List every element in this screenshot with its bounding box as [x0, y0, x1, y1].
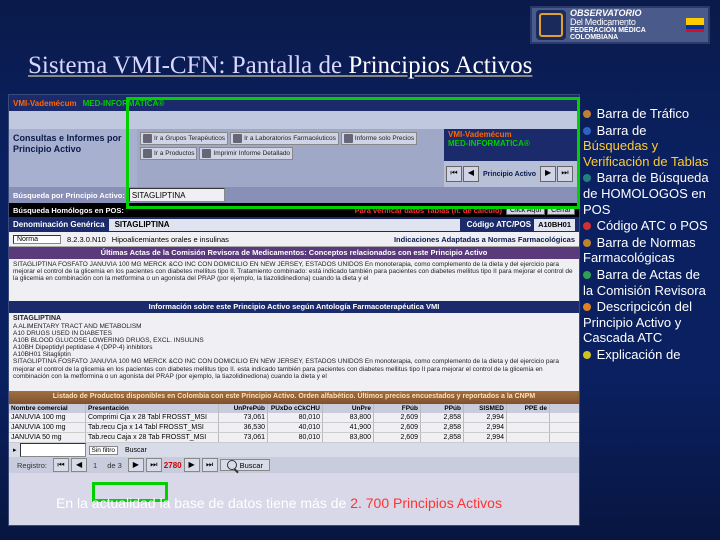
products-table: Nombre comercial Presentación UnPrePúb P… [9, 404, 579, 443]
toolbar-buttons: Ir a Grupos Terapéuticos Ir a Laboratori… [137, 129, 444, 187]
rec-prev-icon[interactable]: ◀ [71, 458, 87, 472]
filter-input[interactable] [20, 443, 86, 457]
norma-row: Norma 8.2.3.0.N10 Hipoalicemiantes orale… [9, 232, 579, 247]
grupos-button[interactable]: Ir a Grupos Terapéuticos [140, 132, 228, 145]
nav-label: Principio Activo [480, 171, 539, 178]
legend-item: Barra de Tráfico [583, 106, 713, 122]
nav-first-icon[interactable]: ⏮ [446, 166, 462, 182]
productos-button[interactable]: Ir a Productos [140, 147, 197, 160]
listado-band: Listado de Productos disponibles en Colo… [9, 391, 579, 404]
actas-text: SITAGLIPTINA FOSFATO JANUVIA 100 MG MERC… [9, 259, 579, 301]
cerrar-button[interactable]: Cerrar [547, 206, 575, 215]
rec-first-icon[interactable]: ⏮ [53, 458, 69, 472]
buscar-button[interactable]: Buscar [220, 459, 270, 471]
table-row[interactable]: JANUVIA 100 mgComprimi Cja x 28 Tabl FRO… [9, 413, 579, 423]
report-icon [344, 134, 353, 143]
bullet-icon [583, 303, 591, 311]
atc-label: Código ATC/POS [464, 220, 534, 229]
med-informatica-label: MED-INFORMATICA® [83, 99, 165, 108]
product-icon [143, 149, 152, 158]
lab-icon [233, 134, 242, 143]
principio-activo-nav: ⏮ ◀ Principio Activo ▶ ⏭ [444, 161, 579, 187]
caption: En la actualidad la base de datos tiene … [56, 495, 502, 511]
logo-line2: Del Medicamento [570, 18, 682, 27]
total-count: 2780 [164, 461, 182, 470]
denominacion-row: Denominación Genérica SITAGLIPTINA Códig… [9, 217, 579, 232]
spacer [9, 111, 579, 129]
bullet-icon [583, 271, 591, 279]
vmi-titlebar: VMI-Vademécum MED-INFORMATICA® [9, 95, 579, 111]
indicaciones-label: Indicaciones Adaptadas a Normas Farmacol… [394, 235, 575, 244]
table-header: Nombre comercial Presentación UnPrePúb P… [9, 404, 579, 413]
app-screenshot: VMI-Vademécum MED-INFORMATICA® Consultas… [8, 94, 580, 526]
legend-item: Barra de Normas Farmacológicas [583, 235, 713, 266]
title-part-a: Sistema VMI-CFN: Pantalla de [28, 52, 348, 79]
denom-label: Denominación Genérica [9, 220, 109, 229]
click-aqui-button[interactable]: Click Aquí [506, 206, 545, 215]
norma-code: 8.2.3.0.N10 [67, 235, 106, 244]
logo-line3: FEDERACIÓN MÉDICA COLOMBIANA [570, 27, 682, 41]
filter-icon: ▸ [13, 446, 17, 454]
lab-button[interactable]: Ir a Laboratorios Farmacéuticos [230, 132, 339, 145]
rec-last-icon[interactable]: ⏭ [146, 458, 162, 472]
table-row[interactable]: JANUVIA 50 mgTab.recu Caja x 28 Tab FROS… [9, 433, 579, 443]
table-row[interactable]: JANUVIA 100 mgTab.recu Cja x 14 Tabl FRO… [9, 423, 579, 433]
info-band: Información sobre este Principio Activo … [9, 301, 579, 313]
informe-button[interactable]: Informe solo Precios [341, 132, 417, 145]
vmi-logo-small: VMI-Vademécum MED-INFORMATICA® [444, 129, 579, 161]
verificar-row: Búsqueda Homólogos en POS: Para verifica… [9, 203, 579, 217]
caption-a: En la actualidad la base de datos tiene … [56, 495, 350, 511]
group-icon [143, 134, 152, 143]
colombia-flag-icon [686, 18, 704, 32]
side-legend: Barra de Tráfico Barra de Búsquedas y Ve… [583, 106, 713, 364]
legend-item: Barra de Búsqueda de HOMOLOGOS en POS [583, 170, 713, 217]
rec-last2-icon[interactable]: ⏭ [202, 458, 218, 472]
search-icon [227, 460, 237, 470]
rec-next-icon[interactable]: ▶ [128, 458, 144, 472]
consultas-label: Consultas e Informes por Principio Activ… [9, 129, 137, 187]
nav-prev-icon[interactable]: ◀ [463, 166, 479, 182]
actas-band: Últimas Actas de la Comisión Revisora de… [9, 247, 579, 259]
consulta-header: Consultas e Informes por Principio Activ… [9, 129, 579, 187]
busqueda-input[interactable] [129, 188, 225, 202]
atc-value: A10BH01 [534, 219, 575, 231]
homologos-label: Búsqueda Homólogos en POS: [9, 206, 351, 215]
bullet-icon [583, 127, 591, 135]
verificar-text: Para verificar datos Tablas (h. de cálcu… [351, 206, 506, 215]
nav-next-icon[interactable]: ▶ [540, 166, 556, 182]
sin-filtro-button[interactable]: Sin filtro [89, 446, 118, 455]
bullet-icon [583, 351, 591, 359]
filter-row: ▸ Sin filtro Buscar [9, 443, 579, 457]
info-text: SITAGLIPTINA A ALIMENTARY TRACT AND META… [9, 313, 579, 391]
vmi-label: VMI-Vademécum [13, 99, 77, 108]
slide-title: Sistema VMI-CFN: Pantalla de Principios … [28, 52, 532, 80]
norma-desc: Hipoalicemiantes orales e insulinas [112, 235, 229, 244]
legend-item: Explicación de [583, 347, 713, 363]
record-nav: Registro: ⏮ ◀ 1 de 3 ▶ ⏭ 2780 ▶ ⏭ Buscar [9, 457, 579, 473]
legend-item: Barra de Actas de la Comisión Revisora [583, 267, 713, 298]
bullet-icon [583, 239, 591, 247]
legend-item: Descripcicón del Principio Activo y Casc… [583, 299, 713, 346]
legend-item: Código ATC o POS [583, 218, 713, 234]
imprimir-button[interactable]: Imprimir Informe Detallado [199, 147, 293, 160]
search-row: Búsqueda por Principio Activo: [9, 187, 579, 203]
rec-pos: 1 [89, 461, 101, 470]
logo-badge-icon [536, 10, 566, 40]
denom-value: SITAGLIPTINA [109, 219, 460, 231]
registro-label: Registro: [13, 461, 51, 470]
caption-b: 2. 700 Principios Activos [350, 495, 502, 511]
title-part-b: Principios Activos [348, 52, 532, 79]
rec-next2-icon[interactable]: ▶ [184, 458, 200, 472]
buscar-link[interactable]: Buscar [125, 447, 147, 454]
rec-of: de 3 [103, 461, 126, 470]
norma-select[interactable]: Norma [13, 235, 61, 244]
nav-last-icon[interactable]: ⏭ [557, 166, 573, 182]
busqueda-label: Búsqueda por Principio Activo: [13, 191, 125, 200]
legend-item: Barra de Búsquedas y Verificación de Tab… [583, 123, 713, 170]
print-icon [202, 149, 211, 158]
bullet-icon [583, 174, 591, 182]
bullet-icon [583, 222, 591, 230]
header-logo: OBSERVATORIO Del Medicamento FEDERACIÓN … [530, 6, 710, 44]
bullet-icon [583, 110, 591, 118]
